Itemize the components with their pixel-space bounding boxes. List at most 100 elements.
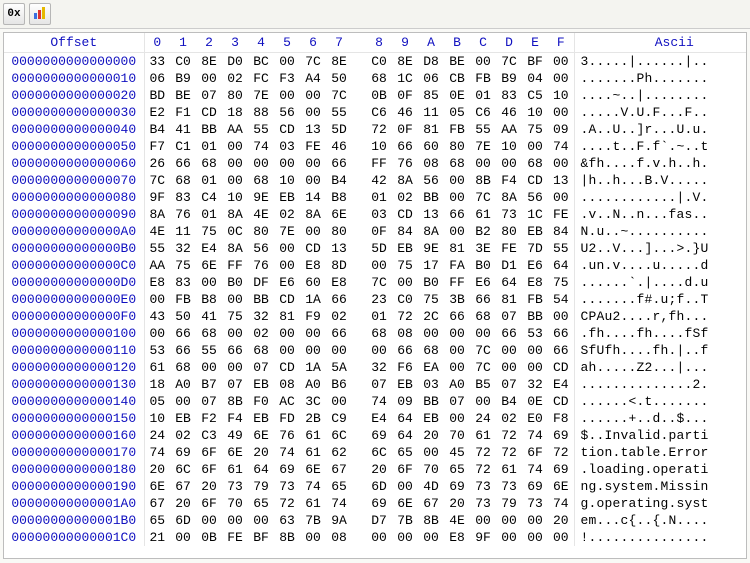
table-row[interactable]: 00000000000001602402C3496E76616C69642070… [4,427,747,444]
table-row[interactable]: 0000000000000020BDBE07807E00007C0B0F850E… [4,87,747,104]
hex-cell[interactable]: EB [418,410,444,427]
hex-cell[interactable]: E6 [522,257,548,274]
hex-cell[interactable]: 80 [222,87,248,104]
offset-cell[interactable]: 0000000000000140 [4,393,144,410]
hex-cell[interactable]: F1 [170,104,196,121]
hex-cell[interactable]: 84 [392,223,418,240]
hex-cell[interactable]: 5A [326,359,352,376]
hex-cell[interactable]: 83 [170,274,196,291]
hex-cell[interactable]: FE [300,138,326,155]
hex-cell[interactable]: 67 [326,461,352,478]
hex-cell[interactable]: CD [300,240,326,257]
hex-cell[interactable]: 56 [418,172,444,189]
hex-cell[interactable]: 02 [248,325,274,342]
hex-cell[interactable]: A4 [300,70,326,87]
offset-cell[interactable]: 00000000000000D0 [4,274,144,291]
hex-cell[interactable]: FF [222,257,248,274]
hex-cell[interactable]: 66 [496,325,522,342]
hex-cell[interactable]: 9F [470,529,496,546]
hex-cell[interactable]: 01 [196,138,222,155]
hex-cell[interactable]: 07 [222,376,248,393]
hex-cell[interactable]: 6E [548,478,574,495]
hex-cell[interactable]: 00 [444,223,470,240]
hex-cell[interactable]: 00 [366,257,392,274]
hex-cell[interactable]: 00 [496,155,522,172]
hex-cell[interactable]: E8 [300,257,326,274]
hex-cell[interactable]: 72 [470,461,496,478]
offset-cell[interactable]: 0000000000000100 [4,325,144,342]
hex-cell[interactable]: 83 [496,87,522,104]
hex-cell[interactable]: B8 [326,189,352,206]
hex-cell[interactable]: E6 [274,274,300,291]
hex-cell[interactable]: 07 [196,393,222,410]
hex-cell[interactable]: 1C [392,70,418,87]
hex-cell[interactable]: 75 [522,121,548,138]
hex-cell[interactable]: 6C [326,427,352,444]
ascii-cell[interactable]: 3.....|......|.. [574,53,747,71]
hex-cell[interactable]: 7B [300,512,326,529]
col-a[interactable]: A [418,33,444,53]
table-row[interactable]: 00000000000000602666680000000066FF760868… [4,155,747,172]
hex-cell[interactable]: 05 [144,393,170,410]
hex-cell[interactable]: B4 [496,393,522,410]
offset-cell[interactable]: 0000000000000020 [4,87,144,104]
hex-cell[interactable]: 00 [196,70,222,87]
hex-cell[interactable]: 6F [196,444,222,461]
hex-cell[interactable]: B9 [170,70,196,87]
hex-cell[interactable]: EB [522,223,548,240]
hex-cell[interactable]: EB [274,189,300,206]
hex-cell[interactable]: C6 [366,104,392,121]
hex-cell[interactable]: 56 [274,104,300,121]
hex-cell[interactable]: 72 [392,308,418,325]
hex-cell[interactable]: E6 [470,274,496,291]
hex-cell[interactable]: 61 [222,461,248,478]
hex-cell[interactable]: 00 [418,529,444,546]
col-5[interactable]: 5 [274,33,300,53]
hex-cell[interactable]: 73 [496,478,522,495]
hex-cell[interactable]: 01 [470,87,496,104]
hex-cell[interactable]: 6E [222,444,248,461]
hex-cell[interactable]: 61 [496,461,522,478]
hex-cell[interactable]: 73 [470,495,496,512]
offset-cell[interactable]: 0000000000000070 [4,172,144,189]
hex-cell[interactable]: 81 [444,240,470,257]
ascii-cell[interactable]: U2..V...]...>.}U [574,240,747,257]
hex-cell[interactable]: 66 [326,291,352,308]
hex-cell[interactable]: 00 [522,512,548,529]
hex-cell[interactable]: 00 [326,393,352,410]
hex-cell[interactable]: 4E [144,223,170,240]
hex-cell[interactable]: 41 [196,308,222,325]
hex-cell[interactable]: B9 [496,70,522,87]
ascii-cell[interactable]: ............|.V. [574,189,747,206]
ascii-cell[interactable]: &fh....f.v.h..h. [574,155,747,172]
hex-cell[interactable]: 66 [170,155,196,172]
hex-cell[interactable]: E4 [366,410,392,427]
hex-cell[interactable]: E0 [522,410,548,427]
table-row[interactable]: 00000000000000F0435041753281F90201722C66… [4,308,747,325]
hex-cell[interactable]: 18 [144,376,170,393]
offset-cell[interactable]: 0000000000000060 [4,155,144,172]
hex-cell[interactable]: 69 [548,427,574,444]
hex-cell[interactable]: 10 [144,410,170,427]
hex-cell[interactable]: 67 [144,495,170,512]
hex-cell[interactable]: 00 [300,87,326,104]
table-row[interactable]: 00000000000001C021000BFEBF8B0008000000E8… [4,529,747,546]
hex-cell[interactable]: 00 [522,359,548,376]
hex-cell[interactable]: 55 [144,240,170,257]
hex-cell[interactable]: BE [170,87,196,104]
hex-cell[interactable]: 53 [522,325,548,342]
hex-cell[interactable]: AC [274,393,300,410]
hex-cell[interactable]: 00 [144,291,170,308]
hex-cell[interactable]: 00 [392,478,418,495]
hex-cell[interactable]: 0F [392,121,418,138]
hex-cell[interactable]: 68 [444,155,470,172]
hex-cell[interactable]: 81 [274,308,300,325]
hex-cell[interactable]: EA [418,359,444,376]
hex-cell[interactable]: 7C [470,189,496,206]
hex-cell[interactable]: 00 [300,223,326,240]
hex-cell[interactable]: 00 [274,257,300,274]
hex-cell[interactable]: 03 [274,138,300,155]
hex-cell[interactable]: 06 [418,70,444,87]
col-f[interactable]: F [548,33,574,53]
ascii-cell[interactable]: ..............2. [574,376,747,393]
